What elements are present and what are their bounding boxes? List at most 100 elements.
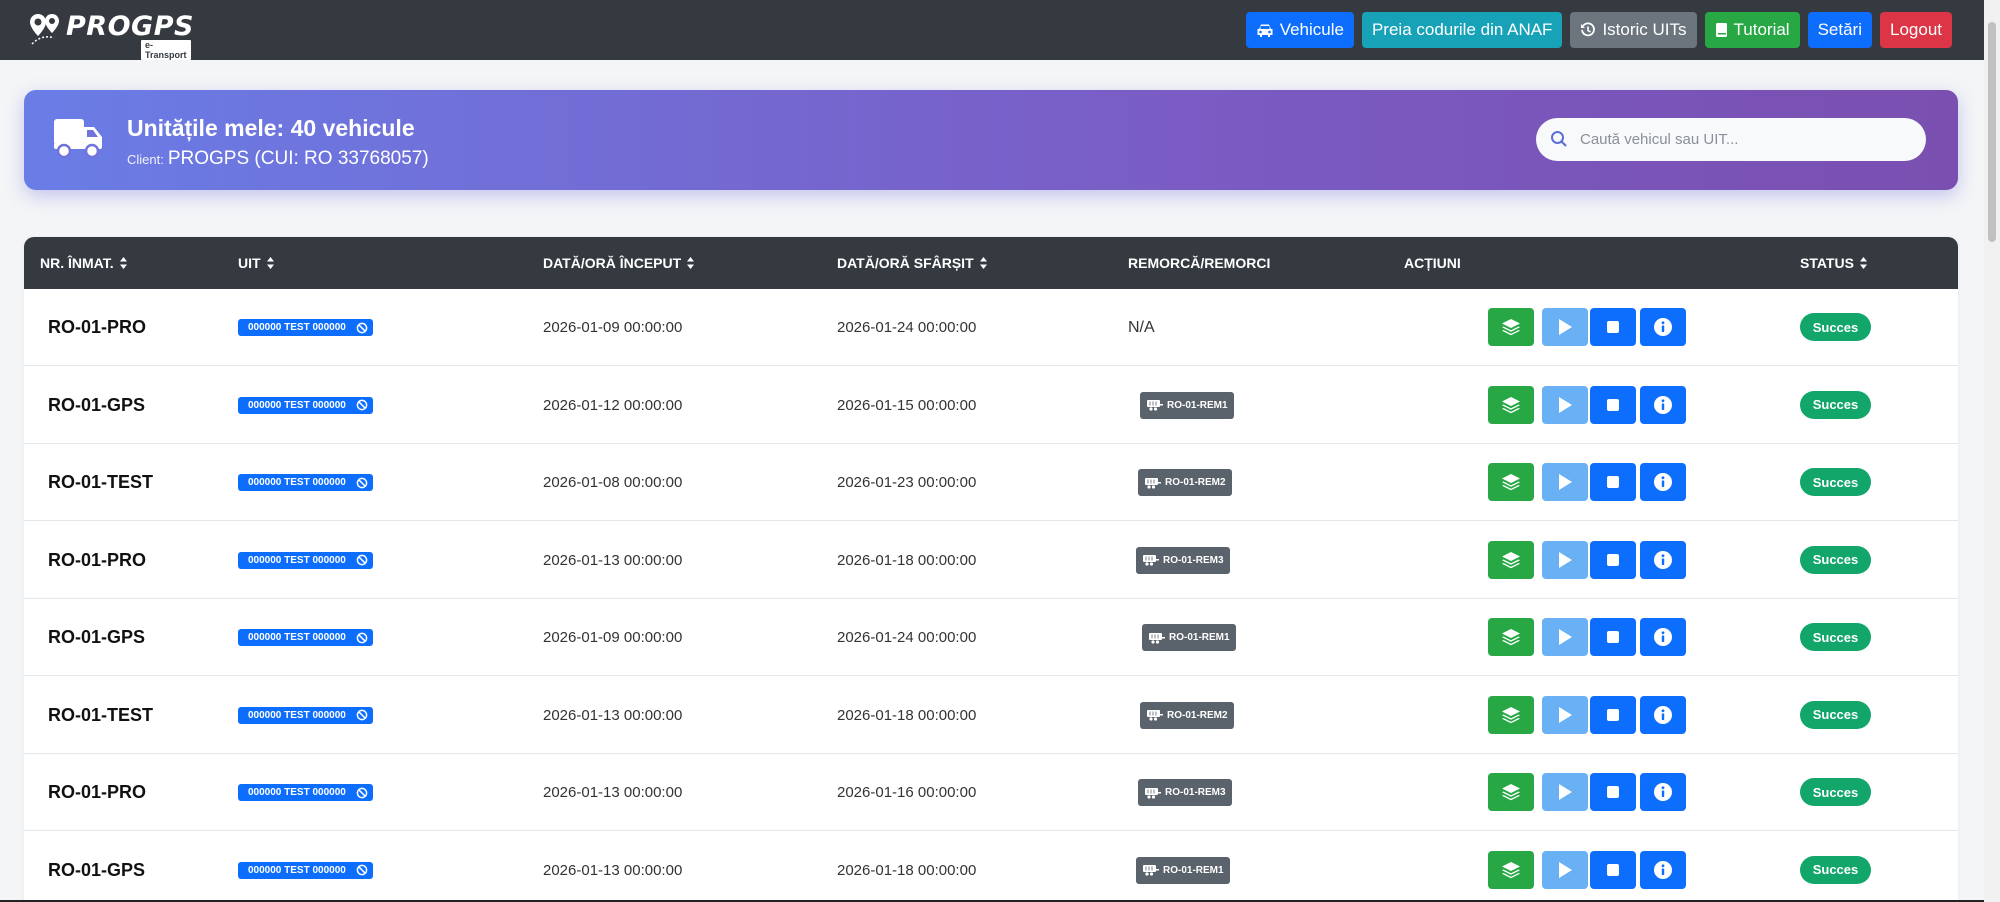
fetch-anaf-codes-button[interactable]: Preia codurile din ANAF xyxy=(1361,12,1563,48)
stop-icon xyxy=(1607,398,1619,411)
uit-badge[interactable]: 000000 TEST 000000 xyxy=(238,629,373,646)
uit-badge[interactable]: 000000 TEST 000000 xyxy=(238,396,373,414)
play-button[interactable] xyxy=(1542,618,1588,656)
info-button[interactable] xyxy=(1640,618,1686,656)
column-header-start[interactable]: DATĂ/ORĂ ÎNCEPUT xyxy=(543,237,695,289)
play-button[interactable] xyxy=(1542,695,1588,734)
uit-badge[interactable]: 000000 TEST 000000 xyxy=(238,784,373,801)
stop-button[interactable] xyxy=(1590,308,1636,346)
end-date-cell: 2026-01-24 00:00:00 xyxy=(837,599,976,676)
start-datetime: 2026-01-13 00:00:00 xyxy=(543,706,683,724)
vehicles-button[interactable]: Vehicule xyxy=(1245,12,1354,48)
table-row[interactable]: RO-01-PRO 000000 TEST 000000 2026-01-13 … xyxy=(24,754,1958,831)
status-badge: Succes xyxy=(1800,390,1871,419)
info-button[interactable] xyxy=(1640,695,1686,734)
top-navbar: PROGPS e-Transport Vehicule Preia coduri… xyxy=(0,0,1984,60)
play-button[interactable] xyxy=(1542,773,1588,811)
page-scrollbar[interactable] xyxy=(1984,0,2000,902)
layers-button[interactable] xyxy=(1488,308,1534,346)
status-badge: Succes xyxy=(1800,855,1871,884)
layers-button[interactable] xyxy=(1488,385,1534,424)
uit-code: 000000 TEST 000000 xyxy=(248,477,346,488)
column-label: UIT xyxy=(238,255,261,271)
uit-badge[interactable]: 000000 TEST 000000 xyxy=(238,861,373,879)
status-text: Succes xyxy=(1812,707,1859,722)
end-datetime: 2026-01-18 00:00:00 xyxy=(837,551,977,569)
search-box[interactable] xyxy=(1536,118,1926,161)
layers-button[interactable] xyxy=(1488,850,1534,889)
layers-button[interactable] xyxy=(1488,773,1534,811)
info-icon xyxy=(1654,395,1672,414)
play-button[interactable] xyxy=(1542,385,1588,424)
play-button[interactable] xyxy=(1542,540,1588,579)
stop-button[interactable] xyxy=(1590,463,1636,501)
uit-badge[interactable]: 000000 TEST 000000 xyxy=(238,551,373,569)
stop-button[interactable] xyxy=(1590,695,1636,734)
info-button[interactable] xyxy=(1640,540,1686,579)
column-label: NR. ÎNMAT. xyxy=(40,255,114,271)
uit-history-button[interactable]: Istoric UITs xyxy=(1570,12,1697,48)
play-icon xyxy=(1559,706,1572,723)
stop-button[interactable] xyxy=(1590,773,1636,811)
uit-badge[interactable]: 000000 TEST 000000 xyxy=(238,706,373,724)
table-row[interactable]: RO-01-PRO 000000 TEST 000000 2026-01-13 … xyxy=(24,522,1958,599)
client-value: PROGPS (CUI: RO 33768057) xyxy=(167,148,429,169)
brand-logo[interactable]: PROGPS e-Transport xyxy=(28,10,193,60)
play-button[interactable] xyxy=(1542,308,1588,346)
layers-icon xyxy=(1502,551,1520,568)
stop-button[interactable] xyxy=(1590,850,1636,889)
end-date-cell: 2026-01-15 00:00:00 xyxy=(837,367,976,444)
plate-cell: RO-01-PRO xyxy=(48,522,146,599)
column-header-uit[interactable]: UIT xyxy=(238,237,275,289)
scrollbar-thumb[interactable] xyxy=(1988,22,1996,242)
column-header-plate[interactable]: NR. ÎNMAT. xyxy=(40,237,128,289)
stop-button[interactable] xyxy=(1590,618,1636,656)
play-button[interactable] xyxy=(1542,850,1588,889)
play-icon xyxy=(1559,861,1572,878)
uit-code: 000000 TEST 000000 xyxy=(248,787,346,798)
info-button[interactable] xyxy=(1640,850,1686,889)
table-row[interactable]: RO-01-GPS 000000 TEST 000000 2026-01-12 … xyxy=(24,367,1958,444)
table-row[interactable]: RO-01-GPS 000000 TEST 000000 2026-01-13 … xyxy=(24,832,1958,902)
layers-button[interactable] xyxy=(1488,618,1534,656)
settings-button[interactable]: Setări xyxy=(1807,12,1872,48)
tutorial-button[interactable]: Tutorial xyxy=(1704,12,1800,48)
stop-button[interactable] xyxy=(1590,385,1636,424)
trailer-icon xyxy=(1149,632,1165,644)
column-label: ACȚIUNI xyxy=(1404,255,1461,271)
info-button[interactable] xyxy=(1640,773,1686,811)
stop-icon xyxy=(1607,553,1619,566)
sort-icon xyxy=(1859,257,1867,269)
uit-cell: 000000 TEST 000000 xyxy=(238,444,373,521)
column-header-status[interactable]: STATUS xyxy=(1800,237,1868,289)
table-row[interactable]: RO-01-TEST 000000 TEST 000000 2026-01-13… xyxy=(24,677,1958,754)
logout-button[interactable]: Logout xyxy=(1880,12,1952,48)
column-header-end[interactable]: DATĂ/ORĂ SFÂRȘIT xyxy=(837,237,988,289)
trailer-icon xyxy=(1143,555,1159,566)
status-text: Succes xyxy=(1812,319,1859,335)
table-row[interactable]: RO-01-GPS 000000 TEST 000000 2026-01-09 … xyxy=(24,599,1958,676)
play-button[interactable] xyxy=(1542,463,1588,501)
info-icon xyxy=(1654,705,1672,724)
stop-icon xyxy=(1607,708,1619,721)
table-row[interactable]: RO-01-TEST 000000 TEST 000000 2026-01-08… xyxy=(24,444,1958,521)
uit-cell: 000000 TEST 000000 xyxy=(238,677,373,754)
stop-button[interactable] xyxy=(1590,540,1636,579)
search-input[interactable] xyxy=(1580,118,1910,161)
layers-icon xyxy=(1502,629,1520,646)
uit-badge[interactable]: 000000 TEST 000000 xyxy=(238,319,373,336)
layers-button[interactable] xyxy=(1488,695,1534,734)
layers-button[interactable] xyxy=(1488,463,1534,501)
layers-button[interactable] xyxy=(1488,540,1534,579)
uit-code: 000000 TEST 000000 xyxy=(248,399,346,411)
trailer-badge: RO-01-REM2 xyxy=(1138,469,1232,496)
uit-badge[interactable]: 000000 TEST 000000 xyxy=(238,474,373,491)
info-button[interactable] xyxy=(1640,463,1686,501)
fleet-summary-card: Unitățile mele: 40 vehicule Client: PROGP… xyxy=(24,90,1958,190)
status-text: Succes xyxy=(1812,629,1859,645)
info-button[interactable] xyxy=(1640,385,1686,424)
plate-cell: RO-01-TEST xyxy=(48,677,153,754)
stop-icon xyxy=(1607,786,1619,798)
info-button[interactable] xyxy=(1640,308,1686,346)
table-row[interactable]: RO-01-PRO 000000 TEST 000000 2026-01-09 … xyxy=(24,289,1958,366)
